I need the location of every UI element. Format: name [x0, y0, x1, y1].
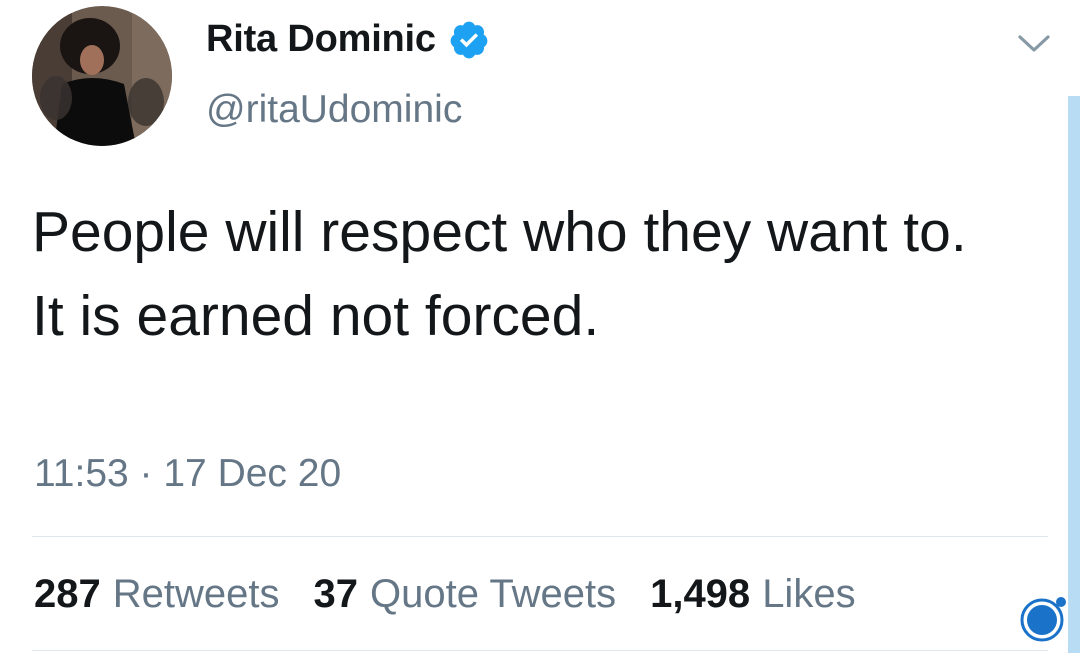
- quote-tweets-stat[interactable]: 37 Quote Tweets: [314, 572, 617, 617]
- tweet-text: People will respect who they want to. It…: [32, 190, 1042, 358]
- quote-tweets-count: 37: [313, 572, 359, 616]
- retweets-count: 287: [34, 572, 101, 616]
- likes-stat[interactable]: 1,498 Likes: [650, 572, 856, 617]
- retweets-label: Retweets: [112, 572, 280, 616]
- watermark-logo: [1018, 594, 1070, 642]
- retweets-stat[interactable]: 287 Retweets: [34, 572, 280, 617]
- chevron-down-icon[interactable]: [1014, 30, 1054, 56]
- likes-label: Likes: [762, 572, 856, 616]
- author-name-row[interactable]: Rita Dominic: [206, 18, 490, 61]
- tweet-text-line: It is earned not forced.: [32, 284, 600, 348]
- avatar-image: [32, 6, 172, 146]
- divider: [32, 536, 1048, 537]
- engagement-stats: 287 Retweets 37 Quote Tweets 1,498 Likes: [34, 572, 890, 617]
- tweet-timestamp[interactable]: 11:53 · 17 Dec 20: [34, 452, 341, 496]
- tweet-text-line: People will respect who they want to.: [32, 200, 967, 264]
- author-display-name[interactable]: Rita Dominic: [206, 18, 436, 61]
- verified-badge-icon: [448, 19, 490, 61]
- likes-count: 1,498: [650, 572, 751, 616]
- divider: [32, 650, 1048, 651]
- avatar[interactable]: [32, 6, 172, 146]
- author-handle[interactable]: @ritaUdominic: [206, 88, 462, 132]
- scrollbar[interactable]: [1068, 96, 1080, 653]
- quote-tweets-label: Quote Tweets: [370, 572, 617, 616]
